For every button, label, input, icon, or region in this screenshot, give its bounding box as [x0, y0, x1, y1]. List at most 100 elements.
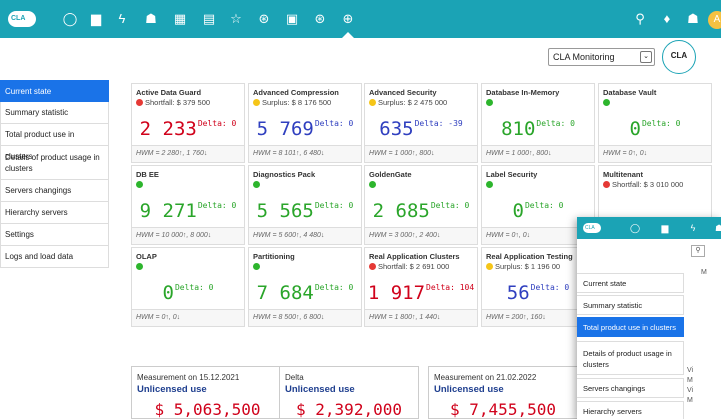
globe-active-icon[interactable]: ⊕ — [340, 11, 356, 27]
measurement-value: $ 7,455,500 — [450, 400, 556, 419]
users-icon[interactable]: ☗ — [143, 11, 159, 27]
count-delta: Delta: 0 — [530, 283, 570, 292]
circle-icon[interactable]: ◯ — [629, 222, 641, 234]
product-card[interactable]: Active Data Guard Shortfall: $ 379 500 2 2… — [131, 83, 245, 163]
product-name: Active Data Guard — [136, 88, 202, 97]
status-text: Shortfall: $ 2 691 000 — [378, 262, 450, 271]
hwm-footer: HWM = 1 800↑, 1 440↓ — [365, 309, 477, 326]
status-text: Shortfall: $ 3 010 000 — [612, 180, 684, 189]
product-status: Surplus: $ 8 176 500 — [253, 98, 331, 107]
monitoring-select[interactable]: CLA Monitoring ⌄ — [548, 48, 655, 66]
product-name: Advanced Compression — [253, 88, 339, 97]
sidebar-item-logs[interactable]: Logs and load data — [0, 246, 109, 268]
status-dot-icon — [486, 99, 493, 106]
shield-icon[interactable]: ⊛ — [256, 11, 272, 27]
chevron-down-icon: ⌄ — [640, 51, 652, 63]
search-icon[interactable]: ⚲ — [632, 11, 648, 27]
overlay-navbar: CLA ◯ ▆ ϟ ☗ — [577, 217, 721, 239]
product-card[interactable]: Database In-Memory 810Delta: 0 HWM = 1 000… — [481, 83, 595, 163]
measurement-title: Delta — [285, 373, 304, 382]
product-card[interactable]: Diagnostics Pack 5 565Delta: 0 HWM = 5 600… — [248, 165, 362, 245]
overlay-item-current-state[interactable]: Current state — [577, 273, 684, 293]
overlay-item-total-product-use[interactable]: Total product use in clusters — [577, 317, 684, 337]
product-card[interactable]: GoldenGate 2 685Delta: 0 HWM = 3 000↑, 2 4… — [364, 165, 478, 245]
count-value: 0 — [629, 118, 641, 140]
product-count: 810Delta: 0 — [482, 118, 594, 140]
sidebar-item-hierarchy-servers[interactable]: Hierarchy servers — [0, 202, 109, 224]
sidebar-item-total-product-use[interactable]: Total product use in clusters — [0, 124, 109, 161]
product-count: 9 271Delta: 0 — [132, 200, 244, 222]
product-card[interactable]: DB EE 9 271Delta: 0 HWM = 10 000↑, 8 000↓ — [131, 165, 245, 245]
folder-icon[interactable]: ▆ — [659, 222, 671, 234]
status-dot-icon — [369, 181, 376, 188]
hwm-footer: HWM = 0↑, 0↓ — [132, 309, 244, 326]
product-count: 635Delta: -39 — [365, 118, 477, 140]
calendar-icon[interactable]: ▦ — [172, 11, 188, 27]
users-icon[interactable]: ☗ — [713, 222, 721, 234]
count-value: 5 769 — [256, 118, 314, 140]
overlay-app-logo[interactable]: CLA — [583, 223, 601, 233]
avatar[interactable]: A — [708, 11, 721, 29]
product-card[interactable]: Advanced Security Surplus: $ 2 475 000 635… — [364, 83, 478, 163]
product-name: DB EE — [136, 170, 159, 179]
measurement-subtitle: Unlicensed use — [285, 384, 355, 395]
bell-icon[interactable]: ♦ — [659, 11, 675, 27]
overlay-window: CLA ◯ ▆ ϟ ☗ Current state Summary statis… — [577, 217, 721, 419]
active-tab-caret — [342, 32, 354, 38]
product-name: Label Security — [486, 170, 538, 179]
count-delta: Delta: -39 — [414, 119, 463, 128]
product-name: Database Vault — [603, 88, 657, 97]
overlay-text: Vi — [687, 387, 694, 394]
status-dot-icon — [136, 263, 143, 270]
count-value: 0 — [162, 282, 174, 304]
status-dot-icon — [603, 181, 610, 188]
product-count: 2 233Delta: 0 — [132, 118, 244, 140]
user-add-icon[interactable]: ☗ — [685, 11, 701, 27]
measurement-card-second: Measurement on 21.02.2022 Unlicensed use… — [428, 366, 578, 419]
product-status: Surplus: $ 2 475 000 — [369, 98, 447, 107]
product-card[interactable]: OLAP 0Delta: 0 HWM = 0↑, 0↓ — [131, 247, 245, 327]
count-delta: Delta: 0 — [174, 283, 214, 292]
product-card[interactable]: Real Application Clusters Shortfall: $ 2 … — [364, 247, 478, 327]
sidebar-item-settings[interactable]: Settings — [0, 224, 109, 246]
product-count: 5 769Delta: 0 — [249, 118, 361, 140]
product-status: Shortfall: $ 3 010 000 — [603, 180, 683, 189]
count-delta: Delta: 0 — [197, 201, 237, 210]
circle-icon[interactable]: ◯ — [62, 11, 78, 27]
measurement-value: $ 2,392,000 — [296, 400, 402, 419]
overlay-text: Vi — [687, 367, 694, 374]
sidebar: Current state Summary statistic Total pr… — [0, 80, 109, 268]
status-dot-icon — [253, 99, 260, 106]
server-icon[interactable]: ▣ — [284, 11, 300, 27]
database-icon[interactable]: ▤ — [201, 11, 217, 27]
product-card[interactable]: Partitioning 7 684Delta: 0 HWM = 8 500↑, 6… — [248, 247, 362, 327]
filter-icon[interactable]: ⚲ — [691, 245, 705, 257]
monitoring-select-value: CLA Monitoring — [553, 52, 615, 62]
sidebar-item-servers-changings[interactable]: Servers changings — [0, 180, 109, 202]
count-value: 56 — [506, 282, 530, 304]
overlay-item-hierarchy-servers[interactable]: Hierarchy servers — [577, 401, 684, 419]
sidebar-item-details-product-usage[interactable]: Details of product usage in clusters — [0, 146, 109, 180]
overlay-item-summary-statistic[interactable]: Summary statistic — [577, 295, 684, 315]
sidebar-item-summary-statistic[interactable]: Summary statistic — [0, 102, 109, 124]
product-status — [136, 262, 145, 271]
star-icon[interactable]: ☆ — [228, 11, 244, 27]
overlay-item-servers-changings[interactable]: Servers changings — [577, 378, 684, 398]
count-delta: Delta: 0 — [314, 283, 354, 292]
globe-icon[interactable]: ⊛ — [312, 11, 328, 27]
bolt-icon[interactable]: ϟ — [687, 222, 699, 234]
bolt-icon[interactable]: ϟ — [114, 11, 130, 27]
product-card[interactable]: Database Vault 0Delta: 0 HWM = 0↑, 0↓ — [598, 83, 712, 163]
folder-icon[interactable]: ▆ — [88, 11, 104, 27]
sidebar-item-current-state[interactable]: Current state — [0, 80, 109, 102]
count-value: 0 — [512, 200, 524, 222]
product-count: 2 685Delta: 0 — [365, 200, 477, 222]
app-logo[interactable]: CLA — [8, 11, 36, 27]
product-card[interactable]: Advanced Compression Surplus: $ 8 176 500… — [248, 83, 362, 163]
status-text: Surplus: $ 2 475 000 — [378, 98, 448, 107]
count-value: 9 271 — [139, 200, 197, 222]
status-dot-icon — [253, 181, 260, 188]
overlay-item-details-product-usage[interactable]: Details of product usage in clusters — [577, 341, 684, 375]
product-status — [486, 180, 495, 189]
measurement-title: Measurement on 21.02.2022 — [434, 373, 537, 382]
